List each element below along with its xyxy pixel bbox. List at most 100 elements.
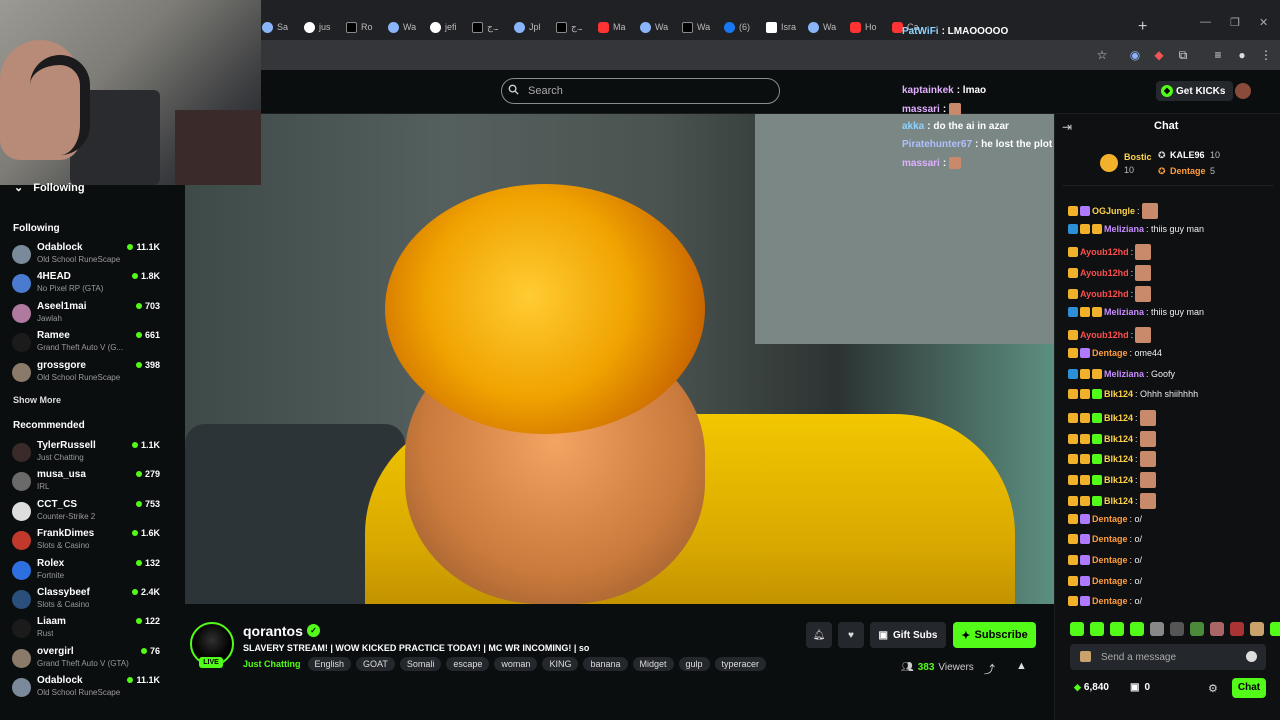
sidebar-channel-item[interactable]: Classybeef Slots & Casino 2.4K [12,587,162,613]
chat-username[interactable]: Dentage [1092,348,1128,358]
emote-icon[interactable] [1170,622,1184,636]
bookmark-star-icon[interactable]: ☆ [1095,48,1109,62]
browser-tab[interactable]: Ho [850,14,877,40]
sidebar-channel-item[interactable]: Odablock Old School RuneScape 11.1K [12,675,162,701]
browser-tab[interactable]: ـ.ج [472,14,498,40]
emote-icon[interactable] [1070,622,1084,636]
chat-username[interactable]: Blk124 [1104,389,1133,399]
follow-heart-icon[interactable]: ♥ [838,622,864,648]
notification-bell-icon[interactable]: 🔔︎ [806,622,832,648]
chat-message-input[interactable]: Send a message [1070,644,1266,670]
chat-username[interactable]: Dentage [1092,596,1128,606]
share-icon[interactable]: ⤴ [984,661,995,677]
send-chat-button[interactable]: Chat [1232,678,1266,698]
stream-tag[interactable]: KING [542,657,579,671]
stream-tag[interactable]: typeracer [714,657,767,671]
emote-icon[interactable] [1230,622,1244,636]
sidebar-channel-item[interactable]: TylerRussell Just Chatting 1.1K [12,440,162,466]
browser-tab[interactable]: Wa [388,14,416,40]
chat-username[interactable]: Blk124 [1104,475,1133,485]
chat-username[interactable]: Ayoub12hd [1080,268,1129,278]
browser-menu-icon[interactable]: ⋮ [1259,48,1273,62]
stream-tag[interactable]: gulp [678,657,710,671]
video-player[interactable] [185,114,1054,604]
maximize-icon[interactable]: ❐ [1230,16,1240,29]
show-more-button[interactable]: Show More [13,395,61,405]
chat-username[interactable]: Meliziana [1104,307,1144,317]
browser-tab[interactable]: Wa [682,14,710,40]
emote-icon[interactable] [1130,622,1144,636]
sidebar-channel-item[interactable]: Rolex Fortnite 132 [12,558,162,584]
user-avatar[interactable] [1235,83,1251,99]
chat-username[interactable]: Meliziana [1104,369,1144,379]
chat-username[interactable]: Ayoub12hd [1080,330,1129,340]
emote-icon[interactable] [1110,622,1124,636]
report-icon[interactable]: ▲ [1016,660,1027,672]
sidebar-channel-item[interactable]: Odablock Old School RuneScape 11.1K [12,242,162,268]
stream-tag[interactable]: English [307,657,352,671]
browser-tab[interactable]: Wa [640,14,668,40]
browser-tab[interactable]: Isra [766,14,796,40]
stream-tag[interactable]: woman [494,657,538,671]
chat-username[interactable]: Ayoub12hd [1080,289,1129,299]
chat-username[interactable]: Blk124 [1104,413,1133,423]
browser-tab[interactable]: Ro [346,14,373,40]
chat-username[interactable]: Dentage [1092,555,1128,565]
emoji-smile-icon[interactable] [1246,651,1257,662]
sidebar-channel-item[interactable]: grossgore Old School RuneScape 398 [12,360,162,386]
browser-tab[interactable]: jus [304,14,331,40]
chat-username[interactable]: OGJungle [1092,206,1135,216]
stream-tag[interactable]: GOAT [356,657,395,671]
chat-username[interactable]: Blk124 [1104,434,1133,444]
media-controls-icon[interactable]: ≡ [1211,48,1225,62]
extension-icon[interactable]: ◉ [1128,48,1142,62]
stream-tag[interactable]: Somali [399,657,442,671]
emote-icon[interactable] [1210,622,1224,636]
kicks-balance[interactable]: ◆ 6,840 [1074,682,1109,693]
chat-username[interactable]: Dentage [1092,534,1128,544]
sidebar-channel-item[interactable]: Aseel1mai Jawlah 703 [12,301,162,327]
new-tab-button[interactable]: + [1138,18,1147,36]
subscribe-button[interactable]: ✦ Subscribe [953,622,1036,648]
sidebar-channel-item[interactable]: CCT_CS Counter-Strike 2 753 [12,499,162,525]
browser-tab[interactable]: ـ.ج [556,14,582,40]
sidebar-channel-item[interactable]: 4HEAD No Pixel RP (GTA) 1.8K [12,271,162,297]
browser-tab[interactable]: Jpl [514,14,541,40]
sidebar-channel-item[interactable]: Ramee Grand Theft Auto V (G... 661 [12,330,162,356]
browser-tab[interactable]: Wa [808,14,836,40]
extensions-puzzle-icon[interactable]: ⧉ [1176,48,1190,62]
browser-tab[interactable]: jefi [430,14,457,40]
browser-tab[interactable]: Sa [262,14,288,40]
browser-tab[interactable]: (6) [724,14,750,40]
sidebar-channel-item[interactable]: musa_usa IRL 279 [12,469,162,495]
collapse-chat-icon[interactable]: ⇥ [1062,120,1072,134]
profile-icon[interactable]: ● [1235,48,1249,62]
sidebar-channel-item[interactable]: Liaam Rust 122 [12,616,162,642]
emote-icon[interactable] [1270,622,1280,636]
chat-username[interactable]: Dentage [1092,514,1128,524]
stream-tag[interactable]: banana [583,657,628,671]
stream-tag[interactable]: Midget [632,657,674,671]
emote-icon[interactable] [1090,622,1104,636]
emote-icon[interactable] [1250,622,1264,636]
extension-icon[interactable]: ◆ [1152,48,1166,62]
minimize-icon[interactable]: — [1200,16,1211,28]
emote-icon[interactable] [1150,622,1164,636]
sidebar-channel-item[interactable]: FrankDimes Slots & Casino 1.6K [12,528,162,554]
chat-username[interactable]: Blk124 [1104,454,1133,464]
gift-balance[interactable]: ▣ 0 [1130,682,1150,693]
chat-username[interactable]: Meliziana [1104,224,1144,234]
search-input[interactable]: Search [501,78,780,104]
browser-tab[interactable]: Ma [598,14,626,40]
chat-username[interactable]: Ayoub12hd [1080,247,1129,257]
chat-username[interactable]: Blk124 [1104,496,1133,506]
close-icon[interactable]: ✕ [1259,16,1268,29]
emote-picker-icon[interactable] [1080,651,1091,662]
following-toggle[interactable]: ⌄ Following [14,181,85,195]
emote-icon[interactable] [1190,622,1204,636]
channel-name[interactable]: qorantos [243,623,303,639]
sidebar-channel-item[interactable]: overgirl Grand Theft Auto V (GTA) 76 [12,646,162,672]
gift-subs-button[interactable]: ▣ Gift Subs [870,622,946,648]
stream-tag[interactable]: escape [446,657,490,671]
chat-username[interactable]: Dentage [1092,576,1128,586]
